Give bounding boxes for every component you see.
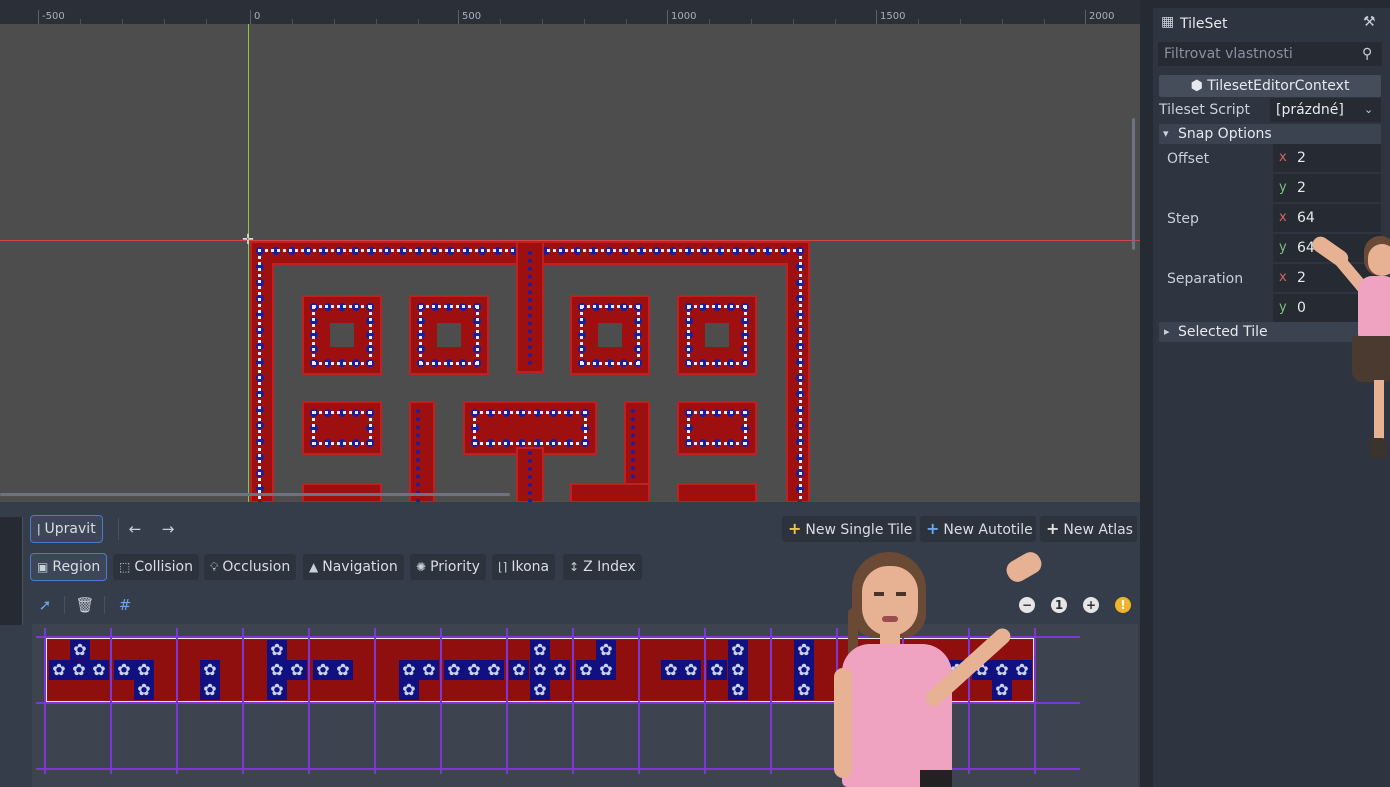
tileset-script-label: Tileset Script	[1159, 102, 1250, 118]
tileset-grid-icon: ▦	[1161, 14, 1175, 30]
plus-icon: +	[1046, 519, 1060, 538]
viewport-top-strip	[0, 0, 1140, 10]
offset-y-row: y2	[1159, 174, 1381, 204]
search-icon: ⚲	[1362, 46, 1373, 62]
offset-x-field[interactable]: x2	[1273, 144, 1381, 172]
tileset-script-dropdown[interactable]: [prázdné] ⌄	[1270, 98, 1381, 122]
arrow-left-icon[interactable]: ←	[124, 518, 146, 540]
origin-crosshair-icon: ✛	[242, 232, 254, 248]
step-x-field[interactable]: x 64	[1273, 204, 1381, 232]
tab-navigation[interactable]: ▲ Navigation	[303, 554, 404, 580]
horizontal-ruler: -500 0 500 1000 1500 2000	[0, 10, 1140, 24]
warning-icon[interactable]: !	[1115, 597, 1131, 613]
new-atlas-button[interactable]: + New Atlas	[1040, 516, 1137, 542]
chevron-right-icon: ▸	[1164, 325, 1170, 338]
new-single-tile-button[interactable]: + New Single Tile	[782, 516, 916, 542]
pointing-person-overlay-small	[1308, 232, 1390, 464]
tab-collision[interactable]: ⬚ Collision	[113, 554, 199, 580]
step-row: Step x 64	[1159, 204, 1381, 234]
tab-icon[interactable]: ⌊⌉ Ikona	[492, 554, 556, 580]
inspector-title: TileSet	[1180, 16, 1228, 32]
vertical-guide-line	[248, 24, 249, 502]
tab-priority[interactable]: ✺ Priority	[410, 554, 486, 580]
cube-icon: ⬢	[1190, 78, 1208, 94]
navigation-icon: ▲	[309, 560, 319, 574]
z-index-icon: ↕	[569, 560, 580, 574]
occlusion-icon: 💡︎	[210, 560, 219, 574]
select-arrow-icon[interactable]: ➚	[34, 594, 56, 616]
ruler-tick: 1500	[876, 10, 905, 24]
tab-occlusion[interactable]: 💡︎ Occlusion	[204, 554, 297, 580]
collision-icon: ⬚	[119, 560, 131, 574]
ruler-tick: 1000	[667, 10, 696, 24]
offset-row: Offset x2	[1159, 144, 1381, 174]
pointing-person-overlay	[830, 548, 1050, 787]
chevron-down-icon: ⌄	[1364, 103, 1374, 116]
offset-y-field[interactable]: y2	[1273, 174, 1381, 202]
tileset-editor-context-button[interactable]: ⬢ TilesetEditorContext	[1159, 75, 1381, 97]
trash-icon[interactable]: 🗑︎	[74, 594, 96, 616]
plus-icon: +	[926, 519, 940, 538]
horizontal-guide-line	[0, 240, 1140, 241]
tab-z-index[interactable]: ↕ Z Index	[563, 554, 642, 580]
filter-properties-input[interactable]: Filtrovat vlastnosti ⚲	[1158, 42, 1382, 66]
priority-icon: ✺	[416, 560, 427, 574]
ruler-tick: 0	[250, 10, 260, 24]
edit-button[interactable]: ǀ Upravit	[30, 515, 103, 543]
plus-icon: +	[788, 519, 802, 538]
tab-region[interactable]: ▣ Region	[29, 553, 108, 581]
tilemap-viewport[interactable]: -500 0 500 1000 1500 2000 ✛	[0, 0, 1140, 502]
snap-grid-icon[interactable]: #	[114, 594, 136, 616]
horizontal-scrollbar[interactable]	[0, 493, 510, 496]
ruler-tick: -500	[38, 10, 65, 24]
new-autotile-button[interactable]: + New Autotile	[920, 516, 1036, 542]
chevron-down-icon: ▾	[1163, 127, 1169, 140]
ruler-tick: 500	[458, 10, 481, 24]
zoom-reset-icon[interactable]: 1	[1051, 597, 1067, 613]
zoom-in-icon[interactable]: +	[1083, 597, 1099, 613]
ruler-tick: 2000	[1085, 10, 1114, 24]
arrow-right-icon[interactable]: →	[157, 518, 179, 540]
edit-icon: ǀ	[37, 522, 41, 536]
region-icon: ▣	[37, 560, 49, 574]
icon-mode-icon: ⌊⌉	[498, 560, 508, 574]
tilemap-maze	[250, 241, 810, 502]
vertical-scrollbar[interactable]	[1132, 118, 1135, 250]
snap-options-section[interactable]: ▾ Snap Options	[1159, 124, 1381, 144]
tools-icon[interactable]: ⚒	[1363, 14, 1376, 30]
dock-splitter[interactable]	[1140, 0, 1153, 787]
